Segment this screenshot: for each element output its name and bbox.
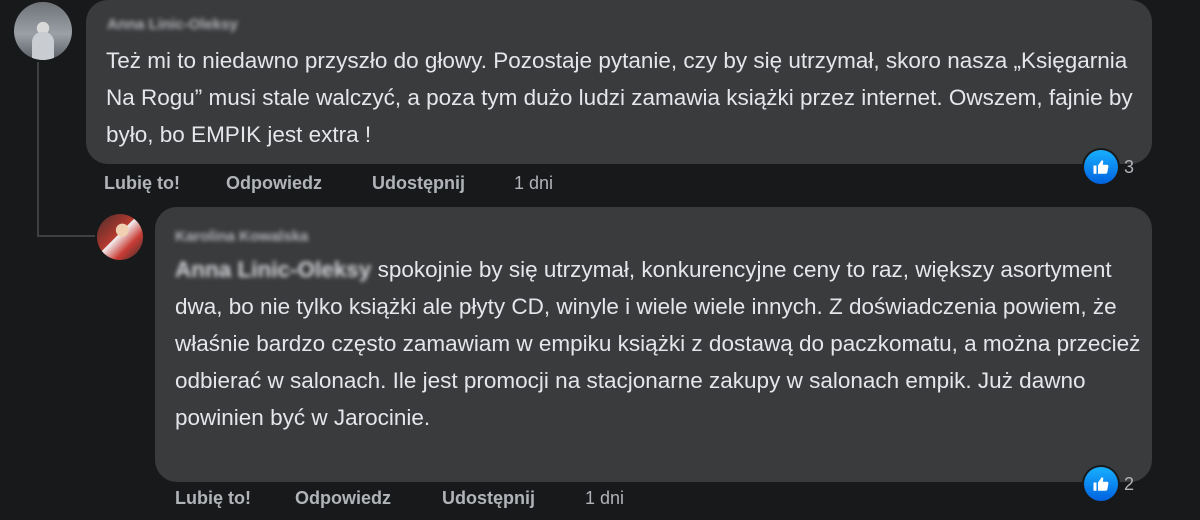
share-link[interactable]: Udostępnij bbox=[442, 488, 535, 509]
avatar[interactable] bbox=[97, 214, 143, 260]
reply-link[interactable]: Odpowiedz bbox=[295, 488, 391, 509]
reaction-count: 2 bbox=[1124, 473, 1135, 494]
reaction-summary[interactable]: 2 bbox=[1084, 467, 1134, 501]
reaction-count: 3 bbox=[1124, 156, 1135, 177]
reply-text: Anna Linic-Oleksy spokojnie by się utrzy… bbox=[175, 251, 1145, 436]
thread-connector-branch bbox=[37, 235, 95, 237]
reply-author-name[interactable]: Karolina Kowalska bbox=[175, 228, 308, 245]
share-link[interactable]: Udostępnij bbox=[372, 173, 465, 194]
avatar[interactable] bbox=[14, 2, 72, 60]
comment-author-name[interactable]: Anna Linic-Oleksy bbox=[107, 16, 238, 33]
thread-connector-line bbox=[37, 62, 39, 237]
reply-timestamp[interactable]: 1 dni bbox=[585, 488, 624, 509]
like-link[interactable]: Lubię to! bbox=[104, 173, 180, 194]
like-icon bbox=[1084, 150, 1118, 184]
comment-thread: Anna Linic-Oleksy Też mi to niedawno prz… bbox=[0, 0, 1200, 520]
mention-tag[interactable]: Anna Linic-Oleksy bbox=[175, 251, 371, 288]
like-icon bbox=[1084, 467, 1118, 501]
comment-timestamp[interactable]: 1 dni bbox=[514, 173, 553, 194]
comment-text: Też mi to niedawno przyszło do głowy. Po… bbox=[106, 48, 1133, 147]
like-link[interactable]: Lubię to! bbox=[175, 488, 251, 509]
reaction-summary[interactable]: 3 bbox=[1084, 150, 1134, 184]
reply-link[interactable]: Odpowiedz bbox=[226, 173, 322, 194]
